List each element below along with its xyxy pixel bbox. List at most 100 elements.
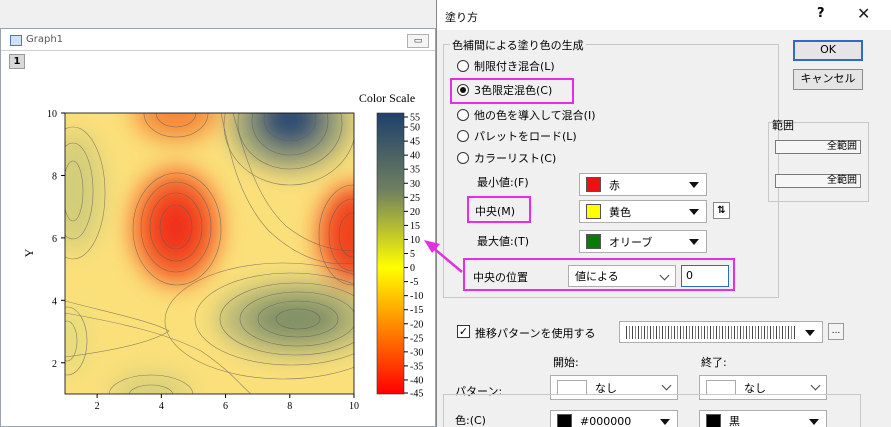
colorbar-tick-label: -20	[410, 319, 423, 330]
dialog-title-bar[interactable]: 塗り方 ? ✕	[437, 0, 891, 30]
colorbar	[376, 112, 405, 395]
colorbar-tick-label: -15	[410, 305, 423, 316]
x-tick-label: 8	[287, 401, 292, 412]
color-end-value: 黒	[729, 415, 740, 427]
range-group	[768, 122, 869, 202]
y-tick-label: 8	[52, 171, 57, 182]
graph-window-title: Graph1	[26, 34, 64, 45]
pattern-style-select[interactable]	[619, 321, 823, 343]
colorbar-tick-label: -40	[410, 375, 423, 386]
mid-position-mode-value: 値による	[575, 270, 619, 283]
x-tick-label: 2	[95, 401, 100, 412]
color-swatch	[586, 177, 601, 192]
range-group-label: 範囲	[772, 119, 794, 132]
max-color-label: 最大値:(T)	[477, 235, 530, 248]
swap-colors-icon[interactable]: ⇅	[713, 202, 730, 219]
colorbar-tick-label: 25	[410, 193, 420, 204]
help-button[interactable]: ?	[817, 6, 825, 21]
x-tick-label: 10	[349, 401, 359, 412]
x-tick-label: 4	[159, 401, 164, 412]
mid-color-select[interactable]: 黄色	[579, 200, 707, 223]
chevron-down-icon	[810, 380, 821, 391]
use-pattern-checkbox[interactable]: ✓	[457, 325, 470, 338]
radio-label: 3色限定混色(C)	[474, 84, 553, 97]
chevron-down-icon	[661, 380, 672, 391]
max-color-value: オリーブ	[609, 235, 653, 249]
radio-three-color[interactable]: 3色限定混色(C)	[457, 82, 552, 98]
graph-window-icon	[10, 35, 22, 46]
range-value-min: 全範囲	[775, 140, 861, 154]
dropdown-arrow-icon	[805, 330, 815, 336]
colorbar-tick-label: -35	[410, 361, 423, 372]
mid-position-mode-select[interactable]: 値による	[568, 265, 676, 287]
ok-button[interactable]: OK	[793, 40, 863, 61]
radio-icon-selected	[457, 84, 469, 96]
radio-load-palette[interactable]: パレットをロード(L)	[457, 128, 577, 144]
radio-icon	[457, 109, 469, 121]
chevron-down-icon	[659, 270, 670, 281]
use-pattern-label: 推移パターンを使用する	[475, 327, 596, 340]
minimize-button[interactable]: ▭	[407, 34, 429, 48]
colorbar-tick-label: 5	[410, 249, 415, 260]
range-value-max: 全範囲	[775, 174, 861, 188]
interpolation-group-label: 色補間による塗り色の生成	[450, 37, 586, 53]
max-color-select[interactable]: オリーブ	[579, 230, 707, 253]
colorbar-tick-label: 20	[410, 207, 420, 218]
colorbar-tick-label: 15	[410, 221, 420, 232]
y-tick-label: 10	[47, 109, 57, 120]
dropdown-arrow-icon	[809, 419, 819, 425]
radio-label: カラーリスト(C)	[474, 152, 557, 165]
radio-limited-mix[interactable]: 制限付き混合(L)	[457, 58, 555, 74]
dialog-title: 塗り方	[445, 11, 478, 24]
cancel-button[interactable]: キャンセル	[793, 69, 863, 90]
dropdown-arrow-icon	[689, 182, 699, 188]
more-options-button[interactable]: ...	[828, 323, 844, 340]
end-label: 終了:	[701, 356, 727, 369]
colorbar-title: Color Scale	[359, 91, 415, 105]
contour-fill	[65, 113, 354, 394]
colorbar-tick-label: 30	[410, 179, 420, 190]
graph-title-bar[interactable]: Graph1 ▭	[1, 29, 435, 51]
radio-other-color[interactable]: 他の色を導入して混合(I)	[457, 107, 596, 123]
color-swatch	[557, 413, 572, 427]
graph-window: Graph1 ▭ 1 2 4 6 8 10 2 4 6 8 10 Y Color…	[0, 28, 436, 427]
colorbar-tick-label: -30	[410, 347, 423, 358]
close-button[interactable]: ✕	[857, 4, 870, 23]
mid-position-label: 中央の位置	[473, 271, 528, 284]
colorbar-tick-label: 50	[410, 123, 420, 134]
colorbar-tick-label: 0	[410, 263, 415, 274]
mid-color-value: 黄色	[609, 205, 631, 219]
dropdown-arrow-icon	[689, 209, 699, 215]
color-start-select[interactable]: #000000	[550, 410, 678, 427]
start-label: 開始:	[553, 356, 579, 369]
x-tick-label: 6	[223, 401, 228, 412]
y-tick-label: 4	[52, 296, 57, 307]
colorbar-tick-label: 45	[410, 137, 420, 148]
contour-plot: 246810 246810 X Y Color Scale 5550454035…	[22, 91, 423, 427]
radio-icon	[457, 60, 469, 72]
color-start-value: #000000	[580, 414, 632, 427]
mid-position-input[interactable]: 0	[681, 265, 729, 287]
min-color-select[interactable]: 赤	[579, 173, 707, 196]
color-end-select[interactable]: 黒	[699, 410, 827, 427]
pattern-swatch	[557, 380, 587, 395]
color-row-label: 色:(C)	[455, 414, 486, 427]
colorbar-tick-label: -25	[410, 333, 423, 344]
y-tick-label: 2	[52, 359, 57, 370]
y-axis: 2 4 6 8 10	[47, 109, 65, 370]
radio-label: 他の色を導入して混合(I)	[474, 109, 596, 122]
dropdown-arrow-icon	[689, 239, 699, 245]
fill-dialog: 塗り方 ? ✕ 色補間による塗り色の生成 制限付き混合(L) 3色限定混色(C)…	[436, 0, 891, 427]
colorbar-tick-label: 40	[410, 151, 420, 162]
radio-color-list[interactable]: カラーリスト(C)	[457, 150, 556, 166]
radio-label: パレットをロード(L)	[474, 130, 577, 143]
colorbar-tick-label: -45	[410, 389, 423, 400]
color-swatch	[586, 234, 601, 249]
mid-color-label: 中央(M)	[475, 205, 516, 218]
y-tick-label: 6	[52, 234, 57, 245]
min-color-label: 最小値:(F)	[477, 176, 529, 189]
radio-icon	[457, 130, 469, 142]
colorbar-tick-label: -5	[410, 277, 418, 288]
radio-label: 制限付き混合(L)	[474, 60, 555, 73]
color-swatch	[706, 413, 721, 427]
